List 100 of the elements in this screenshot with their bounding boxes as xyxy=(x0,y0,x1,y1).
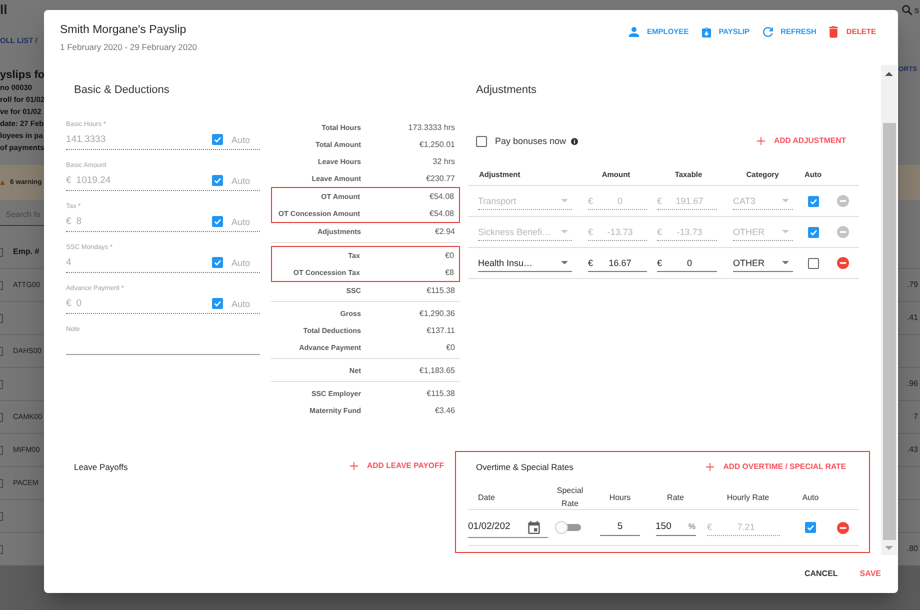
table-cell: .80 xyxy=(906,544,918,554)
special-rate-toggle[interactable] xyxy=(555,521,581,534)
adjustment-select[interactable]: Transport xyxy=(478,192,572,210)
save-button[interactable]: SAVE xyxy=(860,569,881,579)
summary-value: €230.77 xyxy=(425,174,456,184)
input-field[interactable]: € 8 Auto xyxy=(66,212,260,232)
amount-field[interactable]: € 16.67 xyxy=(588,254,647,272)
checkbox-label: Auto xyxy=(231,216,250,228)
summary-value: €1,183.65 xyxy=(418,366,456,376)
column-header: Auto xyxy=(802,492,819,504)
row-checkbox[interactable] xyxy=(0,512,3,520)
minus-circle-icon[interactable] xyxy=(836,195,848,207)
select-all-checkbox[interactable] xyxy=(0,248,3,256)
adjustment-select[interactable]: Health Insu… xyxy=(478,254,572,272)
row-checkbox[interactable] xyxy=(0,446,3,454)
auto-checkbox[interactable] xyxy=(808,226,818,238)
row-checkbox[interactable] xyxy=(0,478,3,488)
input-field[interactable]: € 0 Auto xyxy=(66,294,260,314)
caret-icon xyxy=(561,230,568,234)
summary-value: €1,290.36 xyxy=(418,308,456,318)
table-cell: .96 xyxy=(906,379,918,389)
checkbox-label: Auto xyxy=(231,134,250,146)
row-checkbox[interactable] xyxy=(0,280,3,290)
table-cell: .41 xyxy=(906,313,918,323)
summary-value: €54.08 xyxy=(428,208,455,218)
column-header: Hours xyxy=(609,492,631,504)
row-checkbox[interactable] xyxy=(0,314,3,322)
summary-value: €115.38 xyxy=(426,388,456,398)
amount-field[interactable]: € -13.73 xyxy=(588,224,647,240)
clipboard-download-icon xyxy=(702,26,711,38)
column-header: Rate xyxy=(667,492,684,504)
rate-field[interactable]: 150 % xyxy=(656,519,696,536)
row-checkbox[interactable] xyxy=(0,380,3,388)
scrollbar-track[interactable] xyxy=(881,65,897,555)
summary-value: €2.94 xyxy=(434,226,456,236)
plus-icon xyxy=(350,462,358,470)
caret-icon xyxy=(782,260,789,264)
scroll-down-icon[interactable] xyxy=(885,546,893,550)
person-icon xyxy=(629,27,640,37)
column-header: Hourly Rate xyxy=(726,492,770,504)
checkbox-label: Auto xyxy=(231,256,250,268)
caret-icon xyxy=(782,230,789,234)
section-title: Adjustments xyxy=(475,83,538,98)
info-icon[interactable] xyxy=(571,138,578,144)
input-field[interactable]: 141.3333 Auto xyxy=(66,130,260,150)
summary-value: €8 xyxy=(444,268,455,278)
summary-value: €0 xyxy=(444,250,455,260)
scrollbar-thumb[interactable] xyxy=(882,123,896,540)
input-field[interactable]: € 1019.24 Auto xyxy=(66,171,260,191)
pay-bonuses-checkbox[interactable] xyxy=(476,136,487,146)
category-select[interactable]: CAT3 xyxy=(733,192,793,210)
auto-checkbox[interactable] xyxy=(808,196,818,206)
app-title: ll xyxy=(0,3,8,17)
column-header: Emp. # xyxy=(13,247,40,257)
taxable-field[interactable]: € -13.73 xyxy=(657,224,717,240)
plus-icon xyxy=(756,137,765,145)
toolbar-text: s xyxy=(914,5,919,15)
adjustment-select[interactable]: Sickness Benefi… xyxy=(478,224,572,240)
column-header: Special Rate xyxy=(556,485,584,510)
hourly-rate-field[interactable]: € 7.21 xyxy=(707,519,780,536)
dialog-title: Smith Morgane's Payslip xyxy=(60,23,186,38)
auto-checkbox[interactable] xyxy=(805,522,816,533)
minus-circle-icon[interactable] xyxy=(836,257,848,269)
table-cell: .43 xyxy=(906,445,918,455)
column-header: Date xyxy=(477,492,495,504)
amount-field[interactable]: € 0 xyxy=(588,192,647,210)
checkbox-label: Pay bonuses now xyxy=(495,135,566,147)
taxable-field[interactable]: € 191.67 xyxy=(657,192,717,210)
input-field[interactable]: 4 Auto xyxy=(66,253,260,273)
hours-field[interactable]: 5 xyxy=(600,519,640,536)
row-checkbox[interactable] xyxy=(0,412,3,422)
scroll-up-icon[interactable] xyxy=(885,72,893,76)
category-select[interactable]: OTHER xyxy=(733,254,793,272)
section-title: Leave Payoffs xyxy=(74,461,128,473)
taxable-field[interactable]: € 0 xyxy=(657,254,717,272)
search-icon[interactable] xyxy=(902,5,912,15)
auto-checkbox[interactable] xyxy=(808,258,818,268)
minus-circle-icon[interactable] xyxy=(836,522,848,534)
summary-value: €3.46 xyxy=(434,406,456,416)
auto-checkbox[interactable] xyxy=(212,134,224,145)
cancel-button[interactable]: CANCEL xyxy=(804,569,838,579)
calendar-icon[interactable] xyxy=(528,520,540,534)
summary-value: €0 xyxy=(445,342,456,352)
category-select[interactable]: OTHER xyxy=(733,224,793,240)
row-checkbox[interactable] xyxy=(0,346,3,356)
trash-icon xyxy=(829,26,838,38)
minus-circle-icon[interactable] xyxy=(836,226,848,238)
date-field[interactable]: 01/02/202 xyxy=(468,518,548,538)
page-heading: yslips fo xyxy=(0,68,45,82)
warning-icon xyxy=(0,180,5,185)
auto-checkbox[interactable] xyxy=(212,216,224,227)
checkbox-label: Auto xyxy=(231,298,250,310)
auto-checkbox[interactable] xyxy=(212,175,224,186)
auto-checkbox[interactable] xyxy=(212,298,224,309)
summary-value: €115.38 xyxy=(426,286,456,296)
auto-checkbox[interactable] xyxy=(212,257,224,268)
row-checkbox[interactable] xyxy=(0,544,3,554)
table-cell: .79 xyxy=(906,280,918,290)
summary-value: €137.11 xyxy=(426,326,456,336)
refresh-icon xyxy=(762,27,773,37)
